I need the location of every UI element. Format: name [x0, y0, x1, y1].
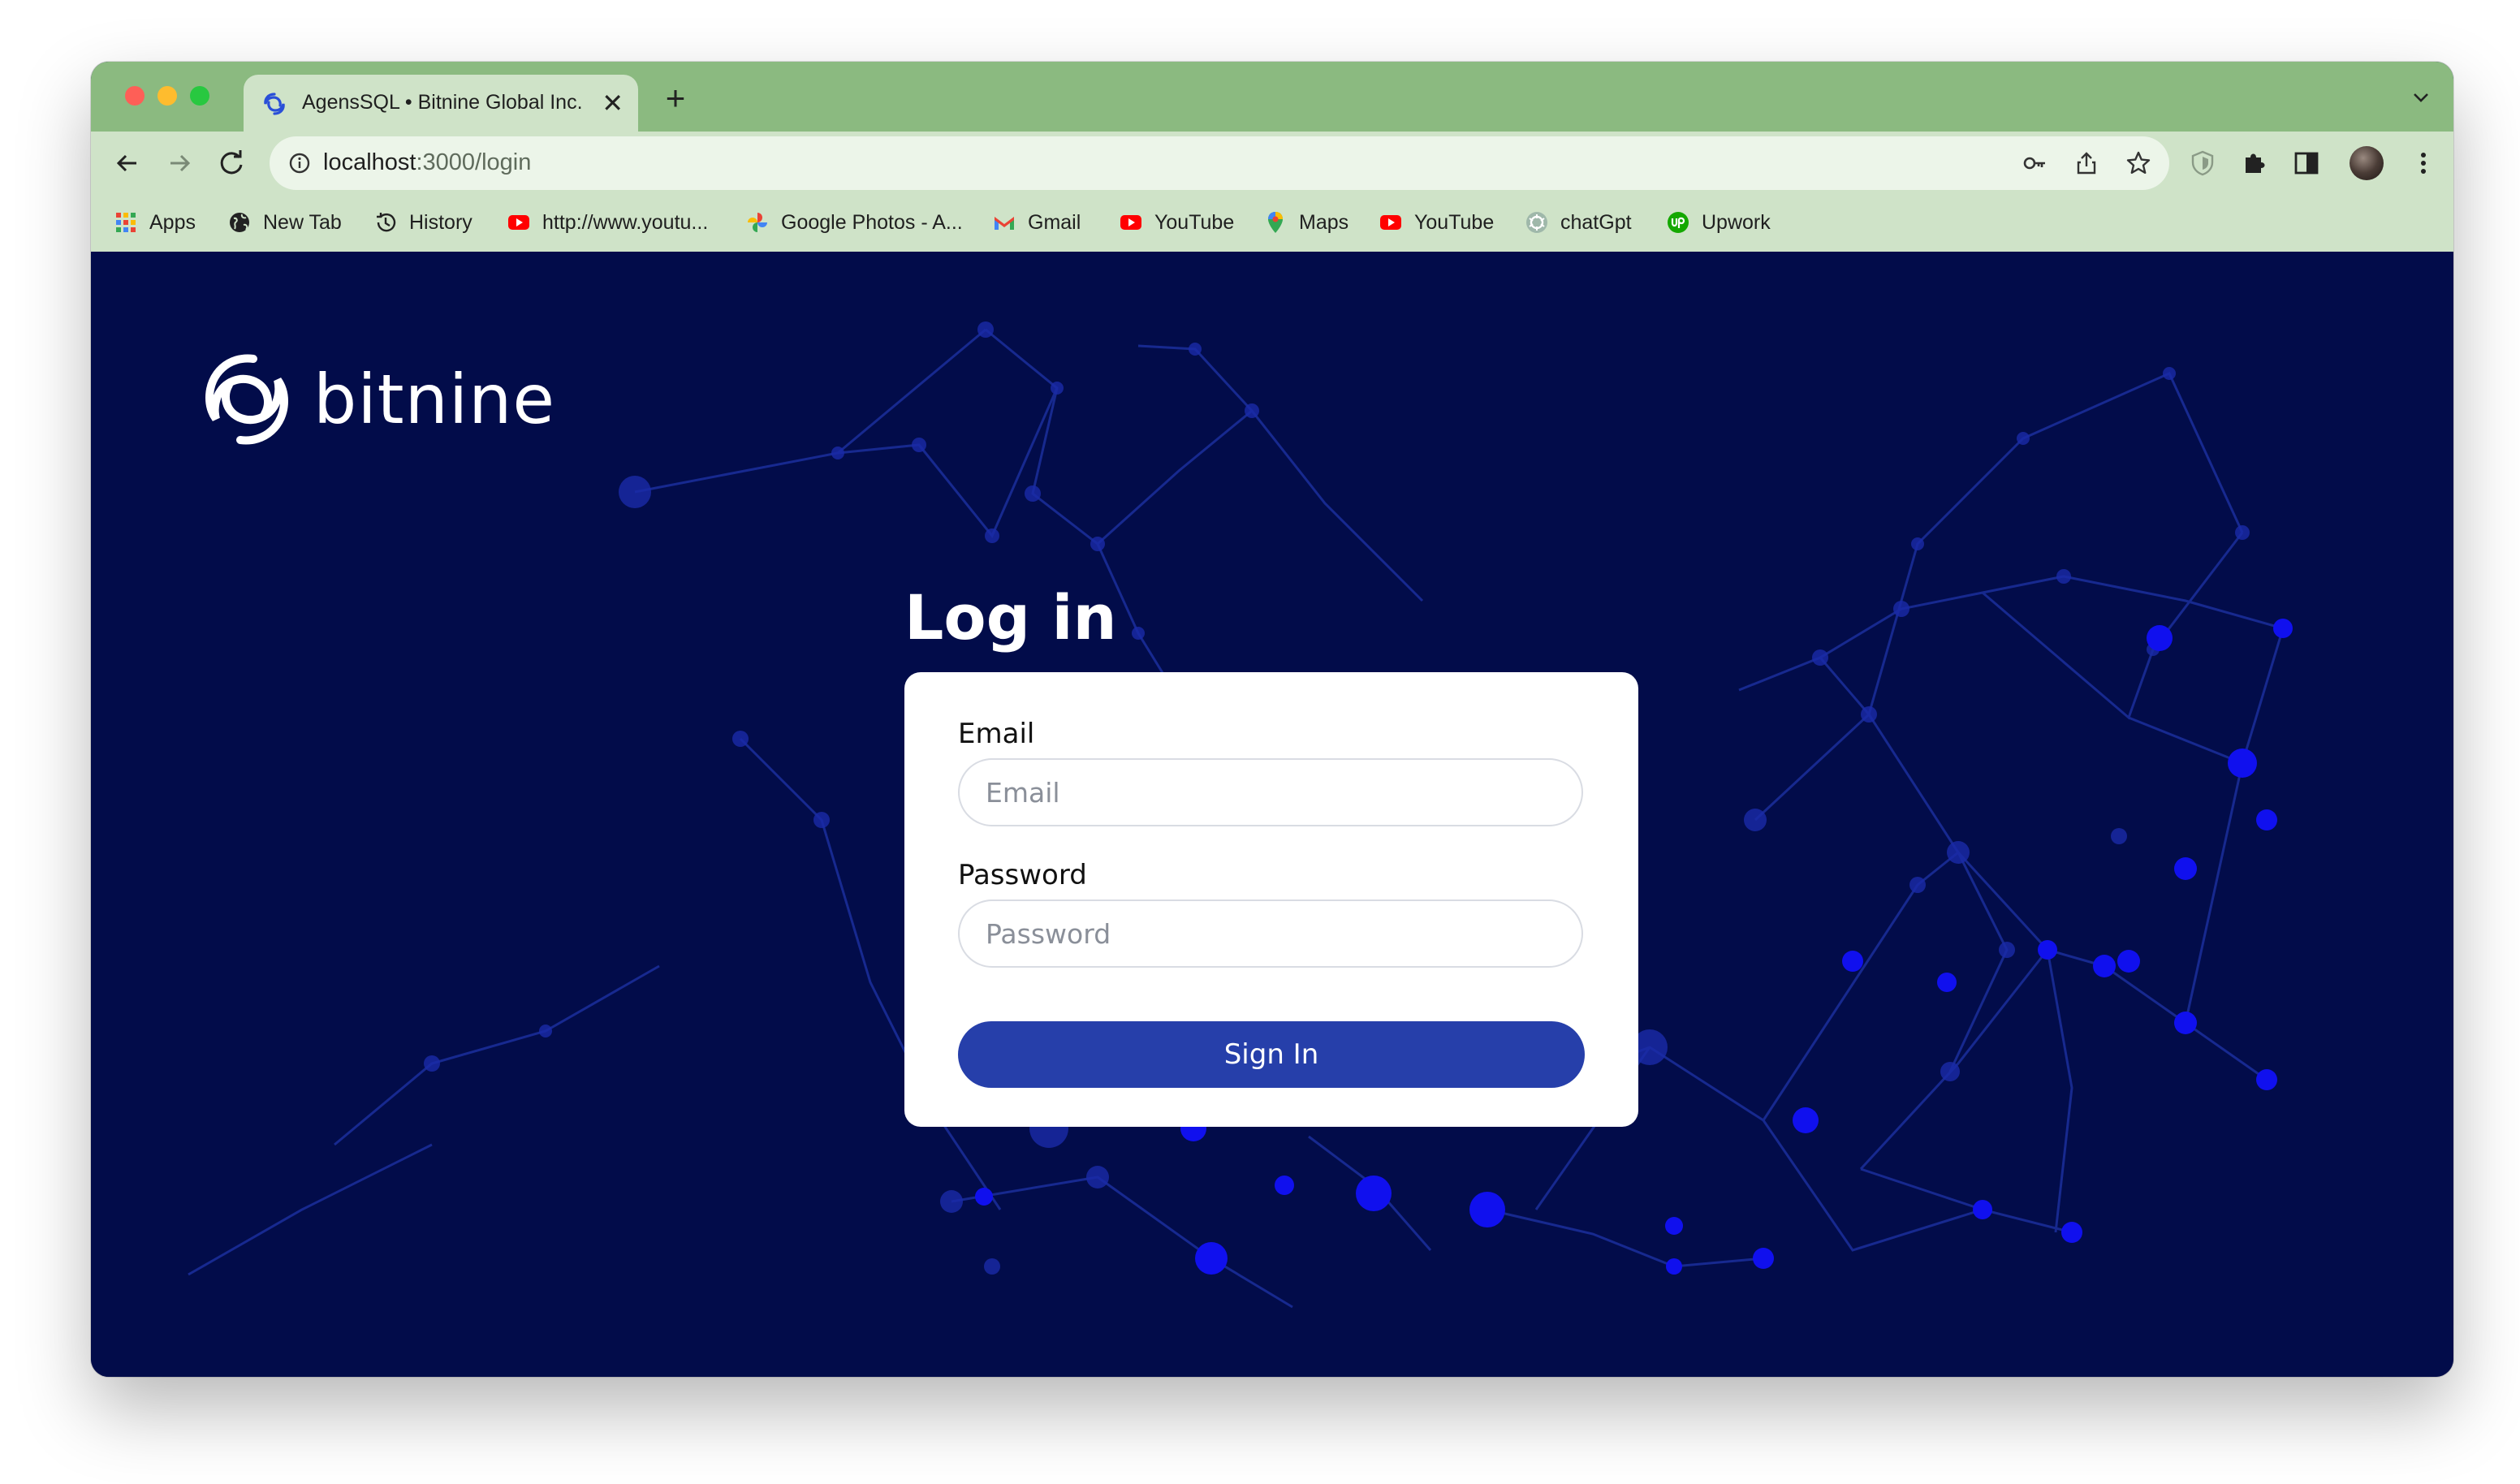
url-path: :3000/login: [416, 149, 532, 175]
bookmark-google-photos[interactable]: Google Photos - A...: [745, 206, 963, 239]
google-photos-icon: [748, 213, 767, 232]
bookmark-youtube[interactable]: YouTube: [1119, 206, 1234, 239]
bookmark-label: http://www.youtu...: [542, 210, 709, 234]
page-title: Log in: [904, 581, 1117, 654]
bookmark-star-icon[interactable]: [2125, 150, 2151, 176]
bookmark-label: History: [409, 210, 472, 234]
maps-pin-icon: [1268, 212, 1283, 233]
tab-agenssql[interactable]: AgensSQL • Bitnine Global Inc. ✕: [244, 75, 638, 132]
globe-icon: [230, 213, 249, 232]
password-label: Password: [958, 859, 1087, 891]
youtube-icon: [1380, 215, 1401, 230]
bookmark-label: chatGpt: [1560, 210, 1632, 234]
apps-grid-icon: [116, 213, 136, 232]
browser-toolbar: localhost:3000/login: [91, 132, 2453, 195]
bookmark-apps[interactable]: Apps: [114, 206, 196, 239]
share-icon[interactable]: [2073, 150, 2099, 176]
new-tab-button[interactable]: +: [656, 80, 695, 119]
bookmark-youtube-link[interactable]: http://www.youtu...: [507, 206, 708, 239]
email-field[interactable]: [958, 758, 1583, 826]
login-page: bitnine Log in Email Password Sign In: [91, 252, 2453, 1377]
bookmark-label: Apps: [149, 210, 196, 234]
bookmark-gmail[interactable]: Gmail: [992, 206, 1081, 239]
url-text[interactable]: localhost:3000/login: [323, 149, 531, 176]
upwork-icon: [1668, 212, 1689, 233]
bookmark-maps[interactable]: Maps: [1263, 206, 1348, 239]
bookmark-label: New Tab: [263, 210, 342, 234]
bookmark-chatgpt[interactable]: chatGpt: [1525, 206, 1632, 239]
tab-title: AgensSQL • Bitnine Global Inc.: [302, 91, 583, 114]
bookmark-label: YouTube: [1154, 210, 1235, 234]
forward-arrow-icon[interactable]: [162, 146, 196, 180]
history-icon: [377, 213, 396, 232]
bookmark-label: Gmail: [1028, 210, 1081, 234]
bookmark-label: Maps: [1299, 210, 1349, 234]
logo-wordmark: bitnine: [313, 360, 556, 439]
gmail-icon: [995, 217, 1014, 230]
bookmark-upwork[interactable]: Upwork: [1666, 206, 1771, 239]
bitnine-logo: bitnine: [205, 354, 555, 445]
minimize-window-button[interactable]: [158, 86, 177, 106]
profile-avatar[interactable]: [2350, 146, 2384, 180]
password-field[interactable]: [958, 899, 1583, 968]
bitnine-favicon-icon: [264, 93, 285, 115]
url-host: localhost: [323, 149, 416, 175]
browser-window: AgensSQL • Bitnine Global Inc. ✕ + local…: [91, 62, 2453, 1377]
bookmark-label: Upwork: [1702, 210, 1771, 234]
shield-extension-icon[interactable]: [2189, 149, 2216, 177]
close-window-button[interactable]: [125, 86, 145, 106]
more-menu-icon[interactable]: [2410, 149, 2437, 177]
maximize-window-button[interactable]: [190, 86, 209, 106]
sign-in-button[interactable]: Sign In: [958, 1021, 1585, 1088]
bookmark-history[interactable]: History: [373, 206, 472, 239]
tab-search-chevron-icon[interactable]: [2410, 86, 2432, 109]
site-info-icon[interactable]: [287, 151, 312, 175]
address-bar[interactable]: localhost:3000/login: [270, 136, 2169, 190]
extensions-puzzle-icon[interactable]: [2241, 149, 2268, 177]
tab-close-icon[interactable]: ✕: [602, 88, 624, 119]
reload-icon[interactable]: [214, 146, 248, 180]
youtube-icon: [1120, 215, 1141, 230]
tab-strip: AgensSQL • Bitnine Global Inc. ✕ +: [91, 62, 2453, 132]
email-label: Email: [958, 718, 1035, 750]
bookmarks-bar: Apps New Tab History http://www.youtu...: [91, 195, 2453, 252]
bookmark-new-tab[interactable]: New Tab: [227, 206, 342, 239]
youtube-icon: [508, 215, 529, 230]
bookmark-label: YouTube: [1414, 210, 1495, 234]
bitnine-swirl-icon: [205, 354, 289, 445]
password-key-icon[interactable]: [2022, 150, 2048, 176]
side-panel-icon[interactable]: [2293, 149, 2320, 177]
bookmark-label: Google Photos - A...: [781, 210, 963, 234]
back-arrow-icon[interactable]: [110, 146, 145, 180]
chatgpt-icon: [1526, 212, 1547, 233]
login-form-card: Email Password Sign In: [904, 672, 1638, 1127]
bookmark-youtube-2[interactable]: YouTube: [1379, 206, 1494, 239]
